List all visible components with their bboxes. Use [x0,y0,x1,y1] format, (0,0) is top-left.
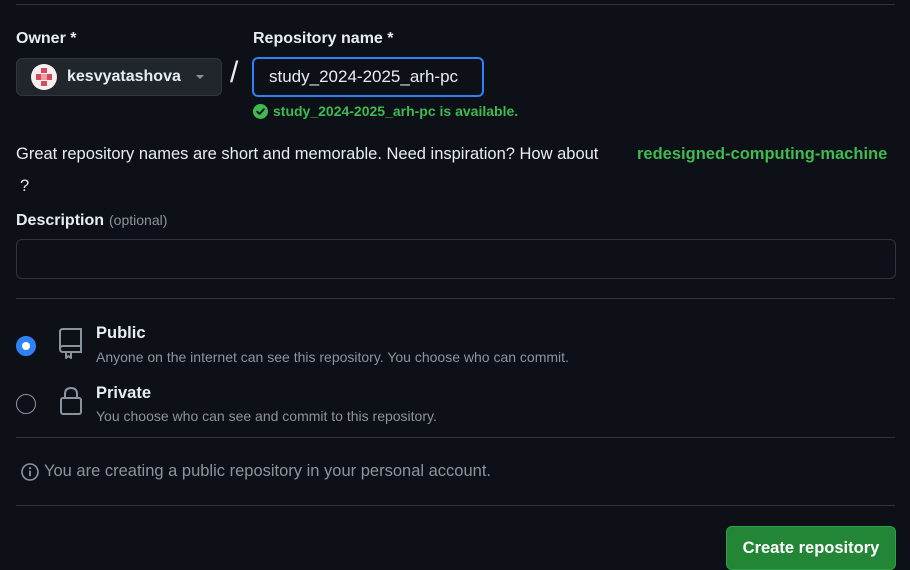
check-circle-icon [253,103,268,119]
public-title: Public [96,324,146,342]
public-notice-text: You are creating a public repository in … [44,462,491,480]
private-title: Private [96,384,152,402]
description-label: Description (optional) [16,212,167,230]
top-divider [16,4,895,5]
avatar [31,64,57,90]
visibility-divider-top [16,298,895,299]
chevron-down-icon [196,75,204,79]
inspiration-question-mark: ? [20,177,30,195]
description-label-text: Description [16,212,105,229]
private-description: You choose who can see and commit to thi… [96,408,437,424]
owner-name: kesvyatashova [67,68,181,85]
create-repository-button[interactable]: Create repository [726,526,896,570]
description-input[interactable] [16,239,896,279]
availability-message: study_2024-2025_arh-pc is available. [253,103,518,119]
optional-hint: (optional) [109,212,168,228]
bottom-divider [16,505,895,506]
private-radio[interactable] [16,394,36,414]
repo-icon [59,328,82,359]
repo-name-label: Repository name * [253,30,394,47]
public-radio[interactable] [16,336,36,356]
availability-text: study_2024-2025_arh-pc is available. [273,103,519,119]
info-icon [21,462,39,481]
owner-label: Owner * [16,30,77,47]
repo-name-input[interactable] [252,57,484,97]
owner-select[interactable]: kesvyatashova [16,58,222,96]
inspiration-text: Great repository names are short and mem… [16,145,599,163]
public-description: Anyone on the internet can see this repo… [96,349,569,365]
suggested-name-link[interactable]: redesigned-computing-machine [637,145,887,164]
visibility-divider-bottom [16,437,895,438]
lock-icon [60,386,82,415]
public-notice: You are creating a public repository in … [21,462,491,481]
owner-repo-separator: / [230,56,239,89]
